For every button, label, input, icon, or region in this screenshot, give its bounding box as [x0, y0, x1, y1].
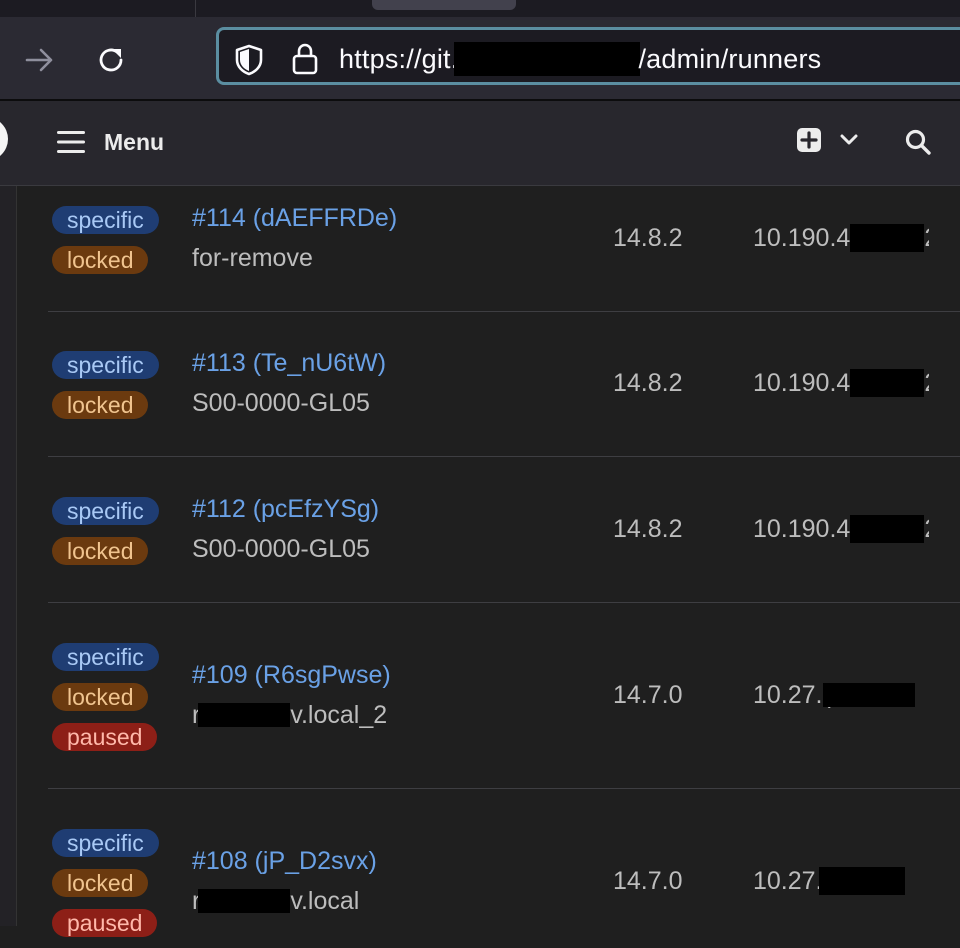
badge-specific: specific [52, 829, 159, 857]
runner-description: r v.local [192, 887, 359, 916]
ip-tail: 2 [924, 515, 929, 544]
badge-specific: specific [52, 351, 159, 379]
new-item-dropdown[interactable] [796, 127, 858, 153]
url-path: /admin/runners [638, 44, 822, 74]
badge-locked: locked [52, 391, 149, 419]
plus-square-icon [797, 128, 821, 152]
badge-paused: paused [52, 909, 158, 937]
ip-prefix: 10.190.4 [753, 224, 851, 252]
runner-version: 14.8.2 [613, 224, 683, 252]
redaction-box [198, 889, 291, 913]
runner-id-link[interactable]: #114 (dAEFFRDe) [192, 204, 397, 233]
browser-navbar: https://git. /admin/runners [0, 17, 960, 99]
runner-description: S00-0000-GL05 [192, 389, 370, 417]
redaction-box [454, 42, 641, 76]
runner-ip-address: 10.27.( [753, 681, 915, 710]
runner-id-link[interactable]: #109 (R6sgPwse) [192, 661, 391, 690]
menu-button[interactable]: Menu [56, 125, 164, 159]
url-host: https://git. [339, 44, 459, 74]
table-row: specific locked #114 (dAEFFRDe) for-remo… [48, 186, 960, 312]
forward-button[interactable] [24, 44, 56, 76]
runner-description: S00-0000-GL05 [192, 535, 370, 563]
runner-ip-address: 10.190.4 2 [753, 515, 929, 544]
redaction-box [822, 683, 915, 707]
browser-tab[interactable] [372, 0, 516, 10]
ip-prefix: 10.190.4 [753, 515, 851, 543]
search-icon [905, 129, 931, 155]
shield-icon[interactable] [233, 43, 265, 77]
runner-version: 14.8.2 [613, 369, 683, 397]
runner-version: 14.7.0 [613, 867, 683, 895]
menu-label: Menu [104, 128, 165, 155]
redaction-box [850, 515, 925, 543]
runner-description: r v.local_2 [192, 701, 387, 730]
badge-specific: specific [52, 206, 159, 234]
reload-icon [99, 48, 123, 72]
runner-id-link[interactable]: #113 (Te_nU6tW) [192, 349, 386, 378]
arrow-right-icon [25, 48, 53, 72]
badge-locked: locked [52, 246, 149, 274]
url-text[interactable]: https://git. /admin/runners [339, 42, 821, 76]
runner-ip-address: 10.190.4 2 [753, 224, 929, 253]
url-bar[interactable]: https://git. /admin/runners [216, 27, 960, 85]
badge-paused: paused [52, 723, 158, 751]
search-button[interactable] [904, 128, 932, 161]
redaction-box [850, 369, 925, 397]
runner-version: 14.8.2 [613, 515, 683, 543]
runner-id-link[interactable]: #108 (jP_D2svx) [192, 847, 377, 876]
runner-ip-address: 10.190.4 2 [753, 369, 929, 398]
ip-prefix: 10.190.4 [753, 369, 851, 397]
runner-description: for-remove [192, 244, 313, 272]
ip-tail: 2 [924, 369, 929, 398]
lock-icon[interactable] [291, 42, 319, 76]
browser-tab-strip [0, 0, 960, 17]
sidebar-edge [0, 186, 17, 926]
badge-specific: specific [52, 497, 159, 525]
ip-prefix: 10.27. [753, 867, 823, 895]
table-row: specific locked paused #108 (jP_D2svx) r… [48, 788, 960, 948]
chevron-down-icon [840, 134, 858, 145]
redaction-box [818, 867, 905, 895]
gitlab-header: Menu [0, 101, 960, 186]
logo[interactable] [0, 117, 8, 161]
description-suffix: v.local_2 [290, 701, 388, 729]
description-suffix: v.local [290, 887, 360, 915]
runner-id-link[interactable]: #112 (pcEfzYSg) [192, 495, 379, 524]
badge-locked: locked [52, 683, 149, 711]
hamburger-icon [57, 131, 85, 153]
tab-separator [195, 0, 196, 17]
reload-button[interactable] [96, 44, 128, 76]
redaction-box [198, 703, 291, 727]
runner-version: 14.7.0 [613, 681, 683, 709]
redaction-box [850, 224, 925, 252]
table-row: specific locked #112 (pcEfzYSg) S00-0000… [48, 456, 960, 603]
badge-locked: locked [52, 869, 149, 897]
table-row: specific locked paused #109 (R6sgPwse) r… [48, 602, 960, 789]
badge-locked: locked [52, 537, 149, 565]
runner-ip-address: 10.27. [753, 867, 905, 896]
table-row: specific locked #113 (Te_nU6tW) S00-0000… [48, 311, 960, 457]
badge-specific: specific [52, 643, 159, 671]
ip-prefix: 10.27.( [753, 681, 831, 709]
ip-tail: 2 [924, 224, 929, 253]
